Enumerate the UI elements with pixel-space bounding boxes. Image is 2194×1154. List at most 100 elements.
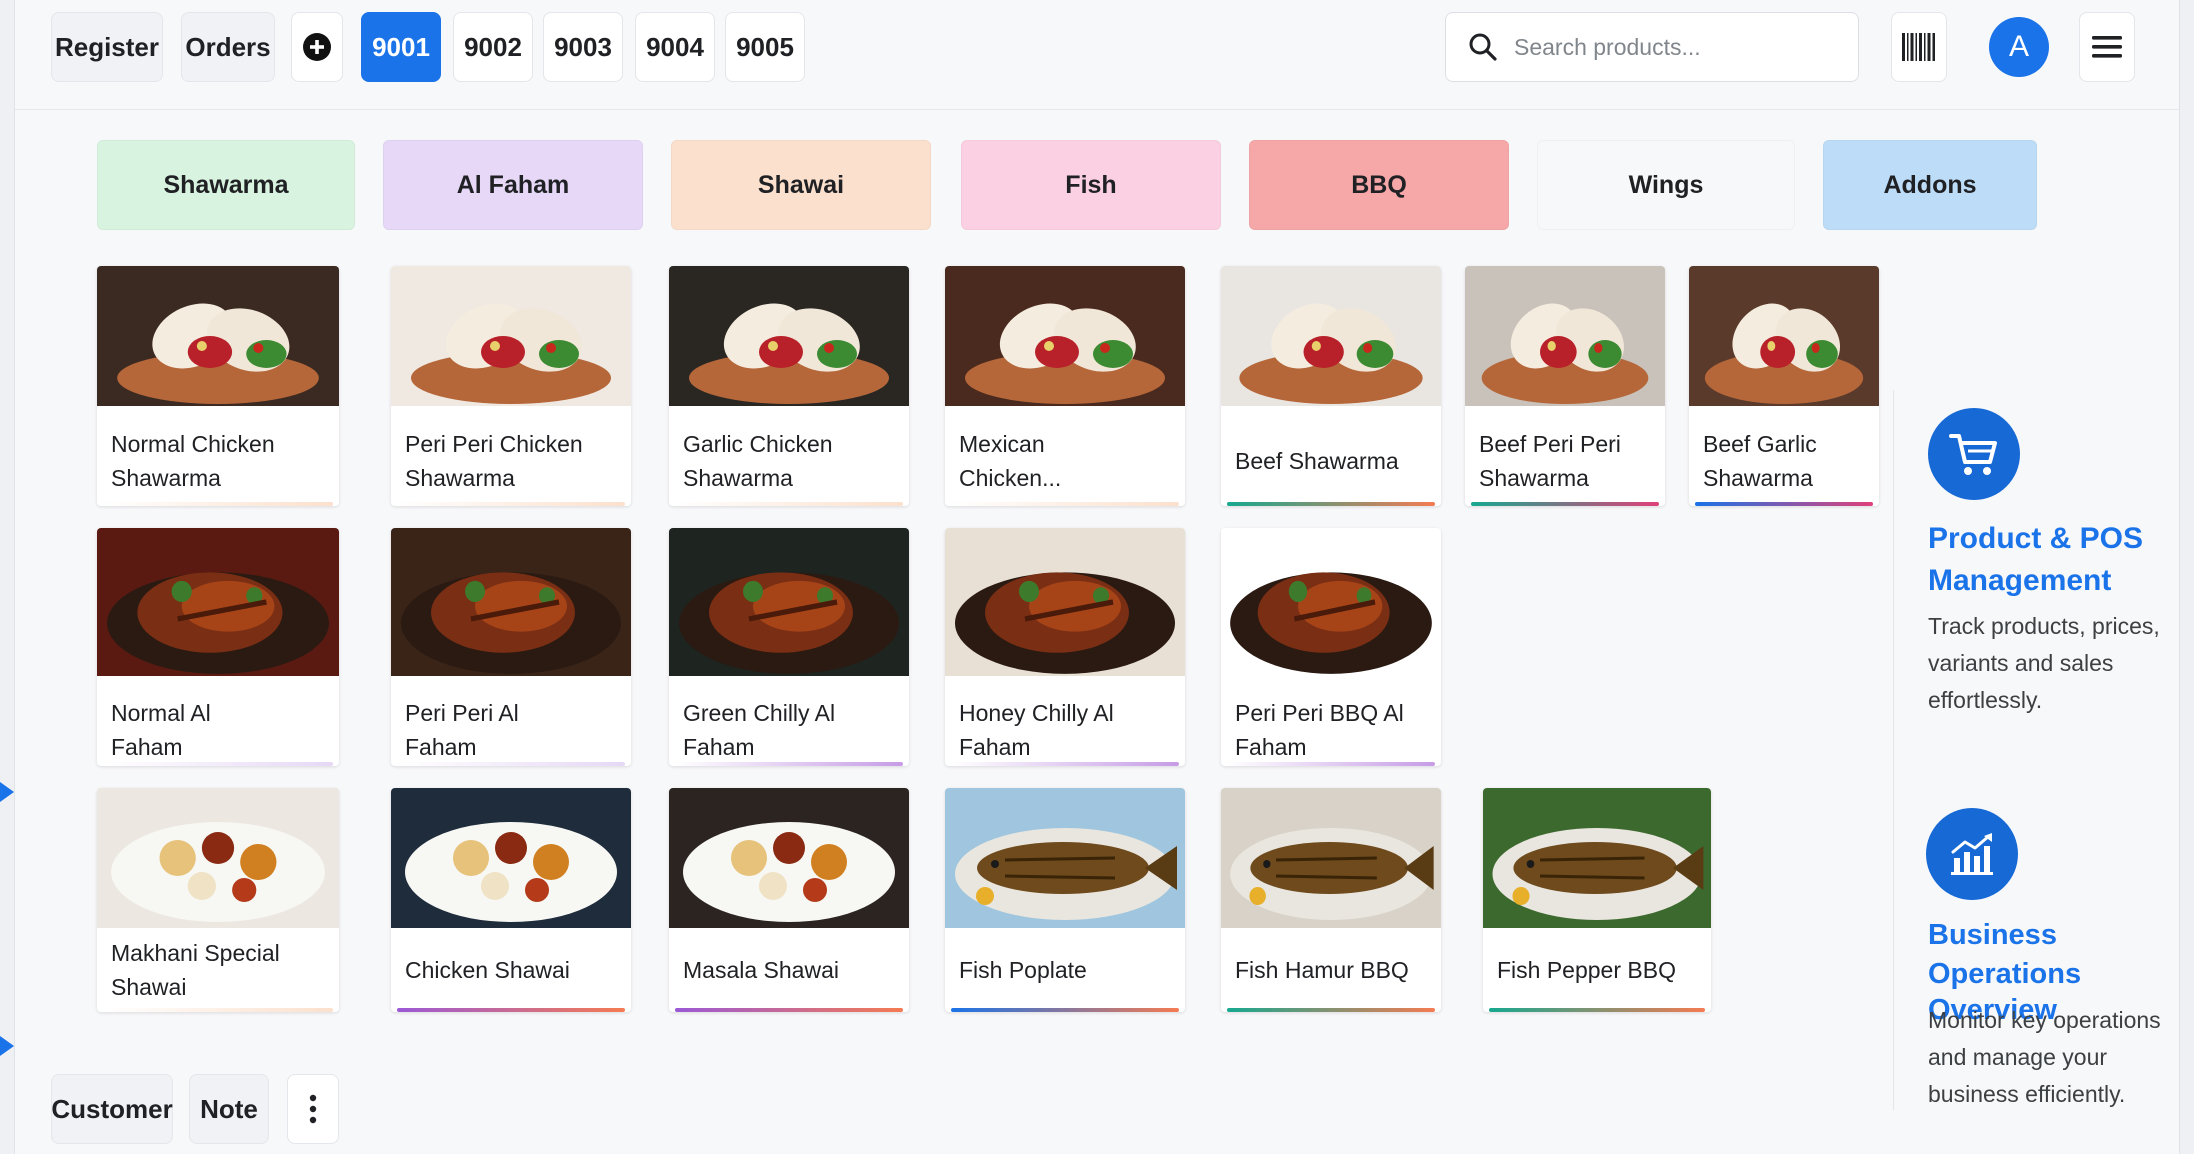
customer-button[interactable]: Customer (51, 1074, 173, 1144)
order-tab-9001[interactable]: 9001 (361, 12, 441, 82)
product-name-line: Green Chilly Al (683, 700, 836, 726)
product-search[interactable] (1445, 12, 1859, 82)
product-card[interactable]: Masala Shawai (669, 788, 909, 1012)
chart-icon (1951, 833, 1993, 875)
product-image-frame (1221, 528, 1441, 676)
product-image-frame (669, 788, 909, 928)
product-name-line: Faham (405, 734, 477, 760)
category-color-strip (675, 1008, 903, 1012)
product-card[interactable]: Fish Poplate (945, 788, 1185, 1012)
product-image (97, 528, 339, 676)
product-name-line: Faham (959, 734, 1031, 760)
category-fish[interactable]: Fish (961, 140, 1221, 230)
menu-button[interactable] (2079, 12, 2135, 82)
product-name-line: Makhani Special (111, 940, 280, 966)
product-image (391, 528, 631, 676)
search-input[interactable] (1514, 33, 1834, 61)
product-card[interactable]: Chicken Shawai (391, 788, 631, 1012)
product-image (1221, 528, 1441, 676)
order-tab-9002[interactable]: 9002 (453, 12, 533, 82)
product-image-frame (97, 788, 339, 928)
product-name-line: Faham (111, 734, 183, 760)
barcode-icon (1902, 33, 1935, 61)
product-name: Peri Peri BBQ Al Faham (1235, 700, 1431, 760)
product-card[interactable]: Peri Peri BBQ Al Faham (1221, 528, 1441, 766)
product-image-frame (1221, 788, 1441, 928)
product-card[interactable]: Peri Peri Al Faham (391, 528, 631, 766)
more-options-button[interactable] (287, 1074, 339, 1144)
category-color-strip (103, 502, 333, 506)
user-avatar[interactable]: A (1989, 17, 2049, 77)
product-name: Fish Hamur BBQ (1235, 936, 1431, 1004)
feature-title-line: Product & POS (1928, 522, 2144, 555)
category-color-strip (675, 762, 903, 766)
category-shawai[interactable]: Shawai (671, 140, 931, 230)
plus-circle-icon (303, 33, 331, 61)
new-order-button[interactable] (291, 12, 343, 82)
product-image-frame (391, 266, 631, 406)
feature-panel: Product & POS Management Track products,… (1893, 390, 2183, 1110)
product-name-line: Faham (1235, 734, 1307, 760)
product-card[interactable]: Normal Chicken Shawarma (97, 266, 339, 506)
search-icon (1469, 33, 1497, 61)
category-wings[interactable]: Wings (1537, 140, 1795, 230)
orders-button[interactable]: Orders (181, 12, 275, 82)
left-scroll-indicator[interactable] (0, 782, 14, 802)
note-button[interactable]: Note (189, 1074, 269, 1144)
category-color-strip (675, 502, 903, 506)
product-card[interactable]: Honey Chilly Al Faham (945, 528, 1185, 766)
product-name-line: Beef Shawarma (1235, 448, 1399, 474)
category-color-strip (397, 502, 625, 506)
product-name-line: Fish Poplate (959, 957, 1087, 983)
product-name: Makhani Special Shawai (111, 936, 329, 1004)
product-image (669, 266, 909, 406)
order-tab-9003[interactable]: 9003 (543, 12, 623, 82)
feature-title-pos: Product & POS Management (1928, 518, 2188, 602)
product-image-frame (945, 788, 1185, 928)
category-color-strip (951, 1008, 1179, 1012)
category-color-strip (103, 762, 333, 766)
category-color-strip (951, 502, 1179, 506)
order-tab-9004[interactable]: 9004 (635, 12, 715, 82)
product-card[interactable]: Green Chilly Al Faham (669, 528, 909, 766)
left-scroll-indicator[interactable] (0, 1036, 14, 1056)
product-image-frame (1689, 266, 1879, 406)
order-tab-9005[interactable]: 9005 (725, 12, 805, 82)
product-card[interactable]: Peri Peri Chicken Shawarma (391, 266, 631, 506)
barcode-button[interactable] (1891, 12, 1947, 82)
category-color-strip (1489, 1008, 1705, 1012)
product-card[interactable]: Beef Shawarma (1221, 266, 1441, 506)
product-name: Peri Peri Al Faham (405, 700, 621, 760)
product-card[interactable]: Fish Pepper BBQ (1483, 788, 1711, 1012)
product-name-line: Shawai (111, 974, 187, 1000)
product-image (945, 788, 1185, 928)
product-card[interactable]: Mexican Chicken... (945, 266, 1185, 506)
product-image (97, 788, 339, 928)
category-shawarma[interactable]: Shawarma (97, 140, 355, 230)
product-image (1221, 788, 1441, 928)
category-addons[interactable]: Addons (1823, 140, 2037, 230)
product-name: Beef Peri Peri Shawarma (1479, 424, 1655, 498)
product-name-line: Peri Peri BBQ Al (1235, 700, 1404, 726)
product-card[interactable]: Normal Al Faham (97, 528, 339, 766)
product-name: Masala Shawai (683, 936, 899, 1004)
product-card[interactable]: Fish Hamur BBQ (1221, 788, 1441, 1012)
hamburger-menu-icon (2092, 36, 2122, 58)
product-card[interactable]: Makhani Special Shawai (97, 788, 339, 1012)
product-image-frame (945, 266, 1185, 406)
product-card[interactable]: Garlic Chicken Shawarma (669, 266, 909, 506)
product-name: Normal Chicken Shawarma (111, 424, 329, 498)
feature-desc-pos: Track products, prices, variants and sal… (1928, 608, 2188, 719)
feature-cart-badge (1928, 408, 2020, 500)
product-name-line: Shawarma (1479, 465, 1589, 491)
product-card[interactable]: Beef Peri Peri Shawarma (1465, 266, 1665, 506)
product-image-frame (1465, 266, 1665, 406)
feature-desc-line: and manage your (1928, 1044, 2108, 1070)
category-al-faham[interactable]: Al Faham (383, 140, 643, 230)
pos-app: Register Orders 9001 9002 9003 9004 9005… (14, 0, 2180, 1154)
product-image-frame (945, 528, 1185, 676)
product-card[interactable]: Beef Garlic Shawarma (1689, 266, 1879, 506)
category-bbq[interactable]: BBQ (1249, 140, 1509, 230)
product-name-line: Faham (683, 734, 755, 760)
register-button[interactable]: Register (51, 12, 163, 82)
